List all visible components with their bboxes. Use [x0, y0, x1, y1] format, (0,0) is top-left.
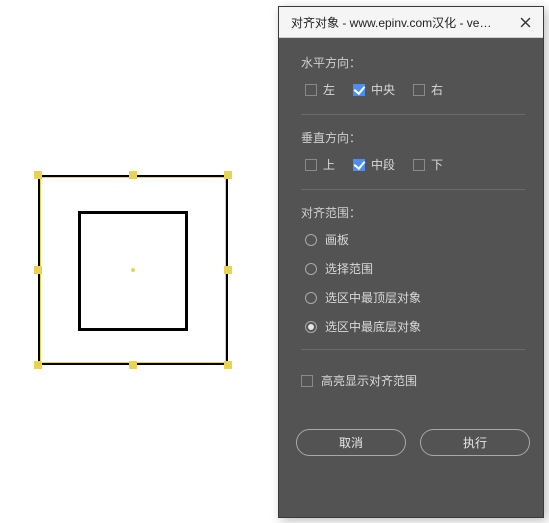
execute-button[interactable]: 执行 — [420, 429, 530, 456]
scope-label: 对齐范围： — [301, 204, 525, 221]
divider — [301, 114, 525, 115]
horizontal-label: 水平方向： — [301, 54, 525, 71]
v-align-top[interactable]: 上 — [305, 156, 335, 173]
selection-handle[interactable] — [34, 361, 42, 369]
option-label: 下 — [431, 156, 443, 173]
cancel-button[interactable]: 取消 — [296, 429, 406, 456]
horizontal-options: 左 中央 右 — [301, 81, 525, 98]
option-label: 中央 — [371, 81, 395, 98]
option-label: 中段 — [371, 156, 395, 173]
h-align-right[interactable]: 右 — [413, 81, 443, 98]
selection-handle[interactable] — [129, 361, 137, 369]
checkbox-icon — [413, 84, 425, 96]
selection-handle[interactable] — [129, 171, 137, 179]
align-dialog: 对齐对象 - www.epinv.com汉化 - ve… 水平方向： 左 中央 … — [278, 6, 544, 518]
radio-icon — [305, 263, 317, 275]
scope-selection[interactable]: 选择范围 — [305, 260, 525, 277]
scope-options: 画板 选择范围 选区中最顶层对象 选区中最底层对象 — [301, 231, 525, 335]
option-label: 选区中最底层对象 — [325, 318, 421, 335]
option-label: 选择范围 — [325, 260, 373, 277]
option-label: 上 — [323, 156, 335, 173]
canvas-area — [0, 0, 275, 523]
highlight-checkbox[interactable]: 高亮显示对齐范围 — [301, 372, 525, 389]
option-label: 左 — [323, 81, 335, 98]
selection-center — [131, 268, 135, 272]
v-align-bottom[interactable]: 下 — [413, 156, 443, 173]
vertical-label: 垂直方向： — [301, 129, 525, 146]
checkbox-icon — [353, 84, 365, 96]
checkbox-icon — [301, 375, 313, 387]
dialog-titlebar[interactable]: 对齐对象 - www.epinv.com汉化 - ve… — [279, 7, 543, 38]
v-align-middle[interactable]: 中段 — [353, 156, 395, 173]
option-label: 画板 — [325, 231, 349, 248]
radio-icon — [305, 234, 317, 246]
dialog-title: 对齐对象 - www.epinv.com汉化 - ve… — [291, 14, 491, 31]
radio-icon — [305, 321, 317, 333]
selection-handle[interactable] — [34, 266, 42, 274]
divider — [301, 349, 525, 350]
button-row: 取消 执行 — [301, 429, 525, 456]
h-align-left[interactable]: 左 — [305, 81, 335, 98]
h-align-center[interactable]: 中央 — [353, 81, 395, 98]
scope-bottommost[interactable]: 选区中最底层对象 — [305, 318, 525, 335]
radio-icon — [305, 292, 317, 304]
selection-handle[interactable] — [224, 361, 232, 369]
option-label: 选区中最顶层对象 — [325, 289, 421, 306]
close-icon — [520, 17, 531, 28]
scope-topmost[interactable]: 选区中最顶层对象 — [305, 289, 525, 306]
option-label: 右 — [431, 81, 443, 98]
scope-artboard[interactable]: 画板 — [305, 231, 525, 248]
selection-handle[interactable] — [34, 171, 42, 179]
close-button[interactable] — [515, 12, 535, 32]
dialog-body: 水平方向： 左 中央 右 垂直方向： 上 中段 — [279, 38, 543, 468]
vertical-options: 上 中段 下 — [301, 156, 525, 173]
checkbox-icon — [305, 84, 317, 96]
divider — [301, 189, 525, 190]
checkbox-icon — [353, 159, 365, 171]
checkbox-icon — [305, 159, 317, 171]
highlight-label: 高亮显示对齐范围 — [321, 372, 417, 389]
selection-handle[interactable] — [224, 171, 232, 179]
checkbox-icon — [413, 159, 425, 171]
selection-handle[interactable] — [224, 266, 232, 274]
